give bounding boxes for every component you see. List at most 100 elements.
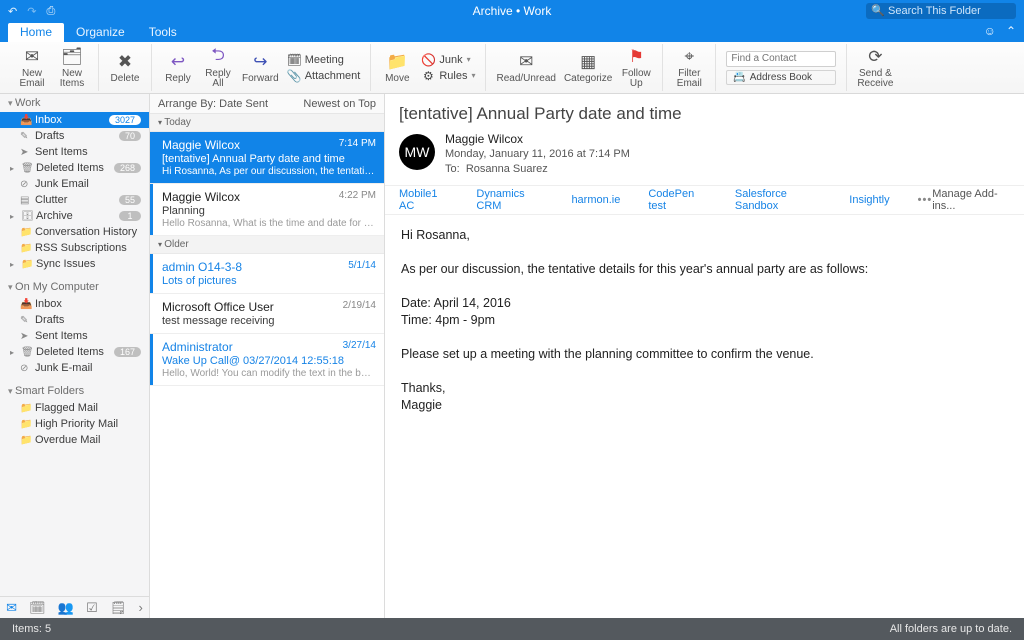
folder-local-drafts[interactable]: ✎Drafts: [0, 312, 149, 328]
account-header-smart[interactable]: Smart Folders: [0, 382, 149, 400]
unread-bar: [150, 334, 153, 385]
junk-button[interactable]: 🚫Junk▾: [421, 53, 475, 67]
addins-bar: Mobile1 AC Dynamics CRM harmon.ie CodePe…: [385, 186, 1024, 215]
filter-icon: ⌖: [685, 47, 695, 67]
reply-all-button[interactable]: ⮌Reply All: [198, 47, 238, 89]
arrange-bar[interactable]: Arrange By: Date Sent Newest on Top: [150, 94, 384, 114]
addin-overflow-icon[interactable]: •••: [918, 194, 933, 206]
address-book-button[interactable]: 📇Address Book: [726, 70, 836, 85]
folder-junk[interactable]: ⊘Junk Email: [0, 176, 149, 192]
message-item[interactable]: admin O14-3-85/1/14 Lots of pictures: [150, 254, 384, 294]
chevron-right-icon: ▸: [10, 348, 14, 357]
read-unread-button[interactable]: ✉︎Read/Unread: [492, 52, 559, 84]
sent-date: Monday, January 11, 2016 at 7:14 PM: [445, 147, 630, 162]
forward-icon: ↪︎: [253, 52, 267, 72]
smiley-icon[interactable]: ☺︎: [984, 24, 996, 38]
addin-item[interactable]: Insightly: [849, 194, 889, 206]
folder-flagged[interactable]: 📁Flagged Mail: [0, 400, 149, 416]
folder-local-inbox[interactable]: 📥Inbox: [0, 296, 149, 312]
search-input[interactable]: [866, 3, 1016, 19]
people-nav-icon[interactable]: 👥: [58, 600, 74, 616]
addin-item[interactable]: Dynamics CRM: [476, 188, 543, 212]
folder-archive[interactable]: ▸🗄Archive1: [0, 208, 149, 224]
folder-drafts[interactable]: ✎Drafts70: [0, 128, 149, 144]
move-button[interactable]: 📁Move: [377, 52, 417, 84]
categorize-button[interactable]: ▦Categorize: [560, 52, 616, 84]
folder-inbox[interactable]: 📥Inbox3027: [0, 112, 149, 128]
addin-item[interactable]: Mobile1 AC: [399, 188, 448, 212]
delete-icon: ✖︎: [118, 52, 132, 72]
folder-high-priority[interactable]: 📁High Priority Mail: [0, 416, 149, 432]
forward-button[interactable]: ↪︎Forward: [238, 52, 283, 84]
mail-new-icon: ✉︎: [25, 47, 39, 67]
unread-bar: [150, 184, 153, 235]
folder-pane: Work 📥Inbox3027 ✎Drafts70 ➤Sent Items ▸🗑…: [0, 94, 150, 618]
reading-subject: [tentative] Annual Party date and time: [385, 94, 1024, 128]
flag-icon: ⚑: [629, 47, 644, 67]
attachment-icon: 📎: [287, 69, 301, 83]
tab-home[interactable]: Home: [8, 23, 64, 42]
arrange-order-label[interactable]: Newest on Top: [303, 98, 376, 110]
print-icon[interactable]: ⎙: [46, 5, 55, 18]
folder-rss[interactable]: 📁RSS Subscriptions: [0, 240, 149, 256]
message-item[interactable]: Maggie Wilcox4:22 PM Planning Hello Rosa…: [150, 184, 384, 236]
new-items-button[interactable]: 🗂New Items: [52, 47, 92, 89]
drafts-icon: ✎: [20, 131, 30, 142]
folder-icon: 📁: [20, 243, 30, 254]
folder-overdue[interactable]: 📁Overdue Mail: [0, 432, 149, 448]
meeting-button[interactable]: 🗓Meeting: [287, 53, 361, 67]
move-icon: 📁: [387, 52, 408, 72]
follow-up-button[interactable]: ⚑Follow Up: [616, 47, 656, 89]
reply-button[interactable]: ↩︎Reply: [158, 52, 198, 84]
nav-more-icon[interactable]: ›: [139, 600, 143, 615]
undo-icon[interactable]: ↶: [8, 5, 17, 18]
folder-local-sent[interactable]: ➤Sent Items: [0, 328, 149, 344]
addin-item[interactable]: CodePen test: [648, 188, 707, 212]
filter-email-button[interactable]: ⌖Filter Email: [669, 47, 709, 89]
mail-nav-icon[interactable]: ✉︎: [6, 600, 17, 616]
tab-organize[interactable]: Organize: [64, 23, 137, 42]
search-icon: 🔍: [871, 4, 885, 17]
addin-item[interactable]: harmon.ie: [571, 194, 620, 206]
addin-item[interactable]: Salesforce Sandbox: [735, 188, 821, 212]
junk-folder-icon: ⊘: [20, 363, 30, 374]
new-email-button[interactable]: ✉︎New Email: [12, 47, 52, 89]
tasks-nav-icon[interactable]: ☑︎: [86, 600, 98, 616]
send-receive-button[interactable]: ⟳Send & Receive: [853, 47, 897, 89]
help-chevron-icon[interactable]: ⌃: [1006, 24, 1016, 38]
folder-icon: 📁: [21, 259, 31, 270]
account-header-work[interactable]: Work: [0, 94, 149, 112]
rules-button[interactable]: ⚙︎Rules▾: [421, 69, 475, 83]
calendar-nav-icon[interactable]: 🗓: [29, 600, 46, 616]
folder-local-junk[interactable]: ⊘Junk E-mail: [0, 360, 149, 376]
delete-button[interactable]: ✖︎Delete: [105, 52, 145, 84]
folder-clutter[interactable]: ▤Clutter55: [0, 192, 149, 208]
meeting-icon: 🗓: [287, 53, 301, 67]
group-today[interactable]: Today: [150, 114, 384, 132]
chevron-right-icon: ▸: [10, 212, 14, 221]
attachment-button[interactable]: 📎Attachment: [287, 69, 361, 83]
arrange-by-label[interactable]: Arrange By: Date Sent: [158, 98, 268, 110]
folder-deleted[interactable]: ▸🗑Deleted Items268: [0, 160, 149, 176]
message-item[interactable]: Maggie Wilcox7:14 PM [tentative] Annual …: [150, 132, 384, 184]
window-title: Archive • Work: [473, 4, 552, 18]
find-contact-input[interactable]: [726, 51, 836, 67]
folder-local-deleted[interactable]: ▸🗑Deleted Items167: [0, 344, 149, 360]
folder-conversation-history[interactable]: 📁Conversation History: [0, 224, 149, 240]
redo-icon[interactable]: ↷: [27, 5, 36, 18]
message-item[interactable]: Microsoft Office User2/19/14 test messag…: [150, 294, 384, 334]
clutter-icon: ▤: [20, 195, 30, 206]
group-older[interactable]: Older: [150, 236, 384, 254]
trash-icon: 🗑: [21, 163, 31, 174]
message-list: Arrange By: Date Sent Newest on Top Toda…: [150, 94, 385, 618]
message-item[interactable]: Administrator3/27/14 Wake Up Call@ 03/27…: [150, 334, 384, 386]
junk-icon: 🚫: [421, 53, 435, 67]
folder-sync-issues[interactable]: ▸📁Sync Issues: [0, 256, 149, 272]
search-box[interactable]: 🔍: [866, 3, 1016, 19]
account-header-onmycomputer[interactable]: On My Computer: [0, 278, 149, 296]
folder-sent[interactable]: ➤Sent Items: [0, 144, 149, 160]
ribbon: ✉︎New Email 🗂New Items ✖︎Delete ↩︎Reply …: [0, 42, 1024, 94]
manage-addins-link[interactable]: Manage Add-ins...: [932, 188, 1010, 212]
tab-tools[interactable]: Tools: [137, 23, 189, 42]
notes-nav-icon[interactable]: 🗒: [110, 600, 127, 616]
